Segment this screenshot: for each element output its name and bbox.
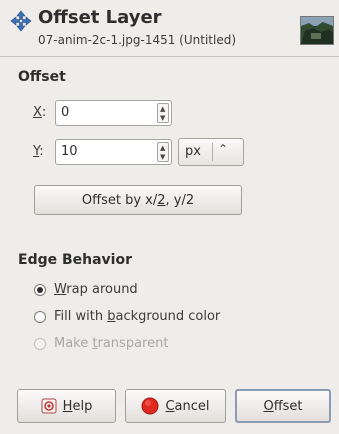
unit-divider <box>212 143 213 161</box>
cancel-icon <box>141 397 159 415</box>
x-label: X: <box>33 105 46 120</box>
layer-thumbnail <box>300 16 334 45</box>
dialog-title: Offset Layer <box>38 7 162 28</box>
radio-checked-dot <box>37 287 43 293</box>
x-spin-buttons[interactable]: ▲ ▼ <box>157 103 169 123</box>
arrow-down-icon[interactable]: ▼ <box>160 115 165 122</box>
offset-button[interactable]: Offset <box>235 389 331 423</box>
x-label-mnemonic: X <box>33 105 42 120</box>
move-cross-icon <box>10 10 32 32</box>
unit-select[interactable]: px ⌃ <box>178 138 244 166</box>
dialog-subtitle: 07-anim-2c-1.jpg-1451 (Untitled) <box>38 33 237 47</box>
dialog-header: Offset Layer 07-anim-2c-1.jpg-1451 (Unti… <box>0 0 339 56</box>
help-button[interactable]: Help <box>17 389 116 423</box>
offset-section-label: Offset <box>18 69 66 85</box>
radio-label: Make transparent <box>54 336 169 351</box>
x-offset-value: 0 <box>61 105 70 120</box>
edge-behavior-section-label: Edge Behavior <box>18 252 133 268</box>
offset-button-label: Offset <box>263 398 303 414</box>
radio-button <box>34 338 46 350</box>
y-offset-input[interactable]: 10 ▲ ▼ <box>55 139 172 165</box>
cancel-label: Cancel <box>165 398 210 414</box>
radio-button[interactable] <box>34 311 46 323</box>
y-label: Y: <box>33 144 44 159</box>
radio-label: Fill with background color <box>54 309 221 324</box>
chevron-updown-icon: ⌃ <box>218 142 229 156</box>
x-offset-input[interactable]: 0 ▲ ▼ <box>55 100 172 126</box>
y-label-rest: : <box>39 144 44 159</box>
help-label: Help <box>62 398 93 414</box>
unit-value: px <box>185 144 201 159</box>
arrow-up-icon[interactable]: ▲ <box>160 145 165 152</box>
offset-half-button[interactable]: Offset by x/2, y/2 <box>34 185 242 215</box>
arrow-up-icon[interactable]: ▲ <box>160 106 165 113</box>
cancel-button[interactable]: Cancel <box>125 389 226 423</box>
arrow-down-icon[interactable]: ▼ <box>160 154 165 161</box>
offset-half-label: Offset by x/2, y/2 <box>81 192 195 208</box>
header-separator <box>0 56 339 57</box>
x-label-rest: : <box>41 105 47 120</box>
radio-button[interactable] <box>34 284 46 296</box>
radio-label: Wrap around <box>54 282 138 297</box>
y-offset-value: 10 <box>61 144 78 159</box>
y-spin-buttons[interactable]: ▲ ▼ <box>157 142 169 162</box>
help-icon <box>41 398 57 414</box>
